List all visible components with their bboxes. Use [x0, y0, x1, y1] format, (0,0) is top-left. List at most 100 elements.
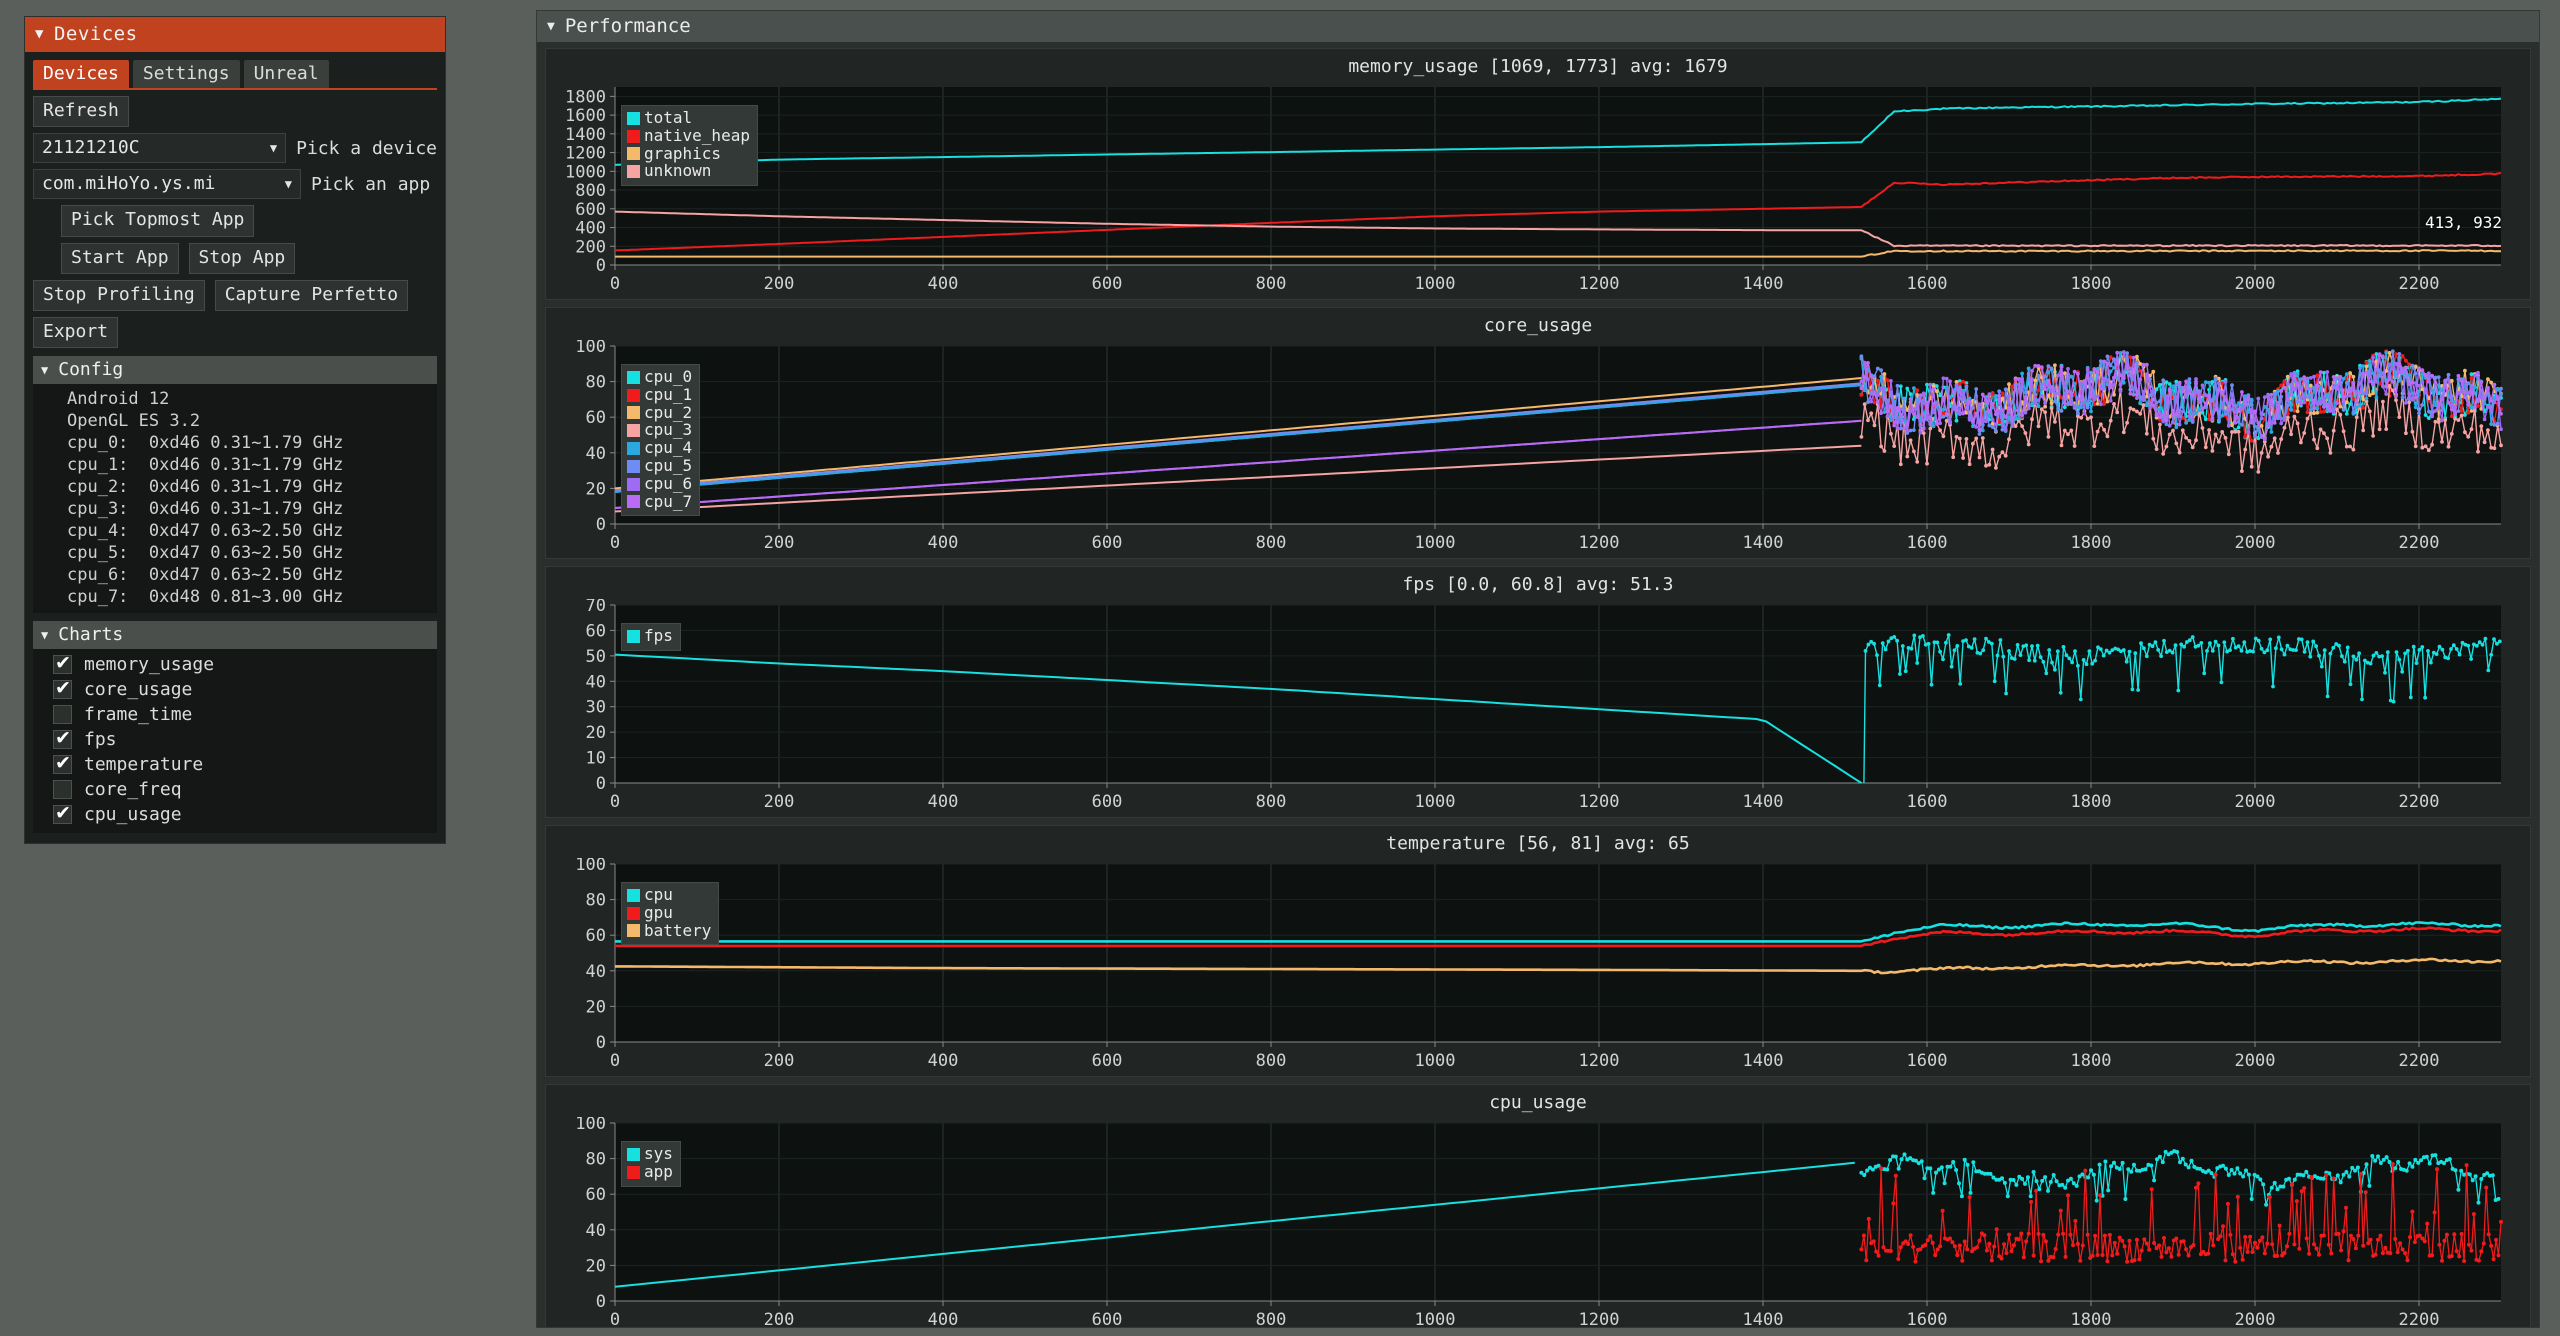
legend-item-sys[interactable]: sys: [627, 1145, 673, 1163]
charts-section-header[interactable]: ▼ Charts: [33, 621, 437, 650]
chart-toggle-core_freq[interactable]: core_freq: [33, 777, 437, 802]
chart-card-cpu_usage[interactable]: cpu_usage 0 20 40 60 80 100 0 200 400 600 800 1000 12…: [545, 1084, 2531, 1328]
svg-text:1600: 1600: [1907, 274, 1948, 294]
chart-toggle-memory_usage[interactable]: memory_usage: [33, 652, 437, 677]
legend-item-unknown[interactable]: unknown: [627, 163, 750, 180]
tab-unreal[interactable]: Unreal: [243, 60, 329, 88]
checkbox-checked-icon[interactable]: [53, 677, 72, 700]
tab-devices[interactable]: Devices: [33, 60, 129, 88]
refresh-button[interactable]: Refresh: [33, 96, 129, 128]
start-app-button[interactable]: Start App: [61, 242, 179, 274]
config-section-header[interactable]: ▼ Config: [33, 356, 437, 385]
svg-text:0: 0: [596, 774, 606, 794]
svg-text:1600: 1600: [1907, 1310, 1948, 1328]
plot-svg-temperature: 0204060801000 200 400 600 800 1000 1200 1400 160…: [575, 858, 2502, 1071]
chart-toggle-frame_time[interactable]: frame_time: [33, 702, 437, 727]
svg-text:800: 800: [1256, 1310, 1287, 1328]
legend-item-cpu_3[interactable]: cpu_3: [627, 422, 692, 439]
checkbox-checked-icon[interactable]: [53, 652, 72, 675]
checkbox-unchecked-icon[interactable]: [53, 780, 72, 800]
plot-area-fps[interactable]: 0 10 20 30 40 50 60 70 0 200 400 600 800 1000 1200 1400…: [546, 599, 2530, 817]
chevron-down-icon[interactable]: ▼: [270, 141, 277, 155]
legend-item-cpu_0[interactable]: cpu_0: [627, 368, 692, 386]
legend-fps[interactable]: fps: [621, 623, 681, 651]
refresh-row: Refresh: [33, 96, 437, 128]
svg-text:100: 100: [575, 1117, 606, 1134]
svg-text:1200: 1200: [1579, 1310, 1620, 1328]
svg-text:1200: 1200: [1579, 533, 1620, 553]
legend-item-cpu_5[interactable]: cpu_5: [627, 457, 692, 475]
svg-text:0: 0: [596, 256, 606, 276]
legend-item-cpu_1[interactable]: cpu_1: [627, 386, 692, 404]
config-line: OpenGL ES 3.2: [67, 411, 201, 432]
svg-text:400: 400: [575, 219, 606, 239]
export-button[interactable]: Export: [33, 317, 119, 349]
plot-area-temperature[interactable]: 0 20 40 60 80 100 0 200 400 600 800 1000 1200 1400 160…: [546, 858, 2530, 1076]
chart-title-core_usage: core_usage: [1483, 315, 1593, 336]
legend-item-cpu[interactable]: cpu: [627, 886, 711, 904]
legend-item-graphics[interactable]: graphics: [627, 143, 750, 163]
legend-core_usage[interactable]: cpu_0 cpu_1 cpu_2 cpu_3 cpu_4 cpu_5 cpu_6 cpu_7: [621, 364, 701, 517]
capture-perfetto-button[interactable]: Capture Perfetto: [214, 279, 409, 312]
performance-panel-header[interactable]: ▼ Performance: [537, 11, 2539, 42]
checkbox-checked-icon[interactable]: [53, 727, 72, 750]
legend-item-native_heap[interactable]: native_heap: [627, 127, 750, 145]
checkbox-checked-icon[interactable]: [53, 802, 72, 825]
checkbox-unchecked-icon[interactable]: [53, 705, 72, 725]
pick-topmost-app-button[interactable]: Pick Topmost App: [61, 205, 255, 237]
config-line: cpu_0: 0xd46 0.31~1.79 GHz: [67, 433, 344, 454]
svg-text:2000: 2000: [2235, 533, 2276, 553]
legend-item-cpu_6[interactable]: cpu_6: [627, 475, 692, 493]
legend-item-app[interactable]: app: [627, 1163, 673, 1181]
triangle-down-icon[interactable]: ▼: [41, 628, 48, 642]
checkbox-checked-icon[interactable]: [53, 752, 72, 775]
chart-toggle-fps[interactable]: fps: [33, 727, 437, 752]
legend-item-cpu_4[interactable]: cpu_4: [627, 439, 692, 457]
triangle-down-icon[interactable]: ▼: [547, 19, 555, 34]
chart-toggle-cpu_usage[interactable]: cpu_usage: [33, 802, 437, 827]
triangle-down-icon[interactable]: ▼: [41, 363, 48, 377]
chart-card-fps[interactable]: fps [0.0, 60.8] avg: 51.3 0 10 20 30 40 50 60 70…: [545, 566, 2531, 818]
plot-area-cpu_usage[interactable]: 0 20 40 60 80 100 0 200 400 600 800 1000 1200 1400 160…: [546, 1117, 2530, 1328]
svg-text:1400: 1400: [1743, 274, 1784, 294]
svg-text:1400: 1400: [1743, 792, 1784, 812]
legend-label: total: [644, 108, 693, 127]
performance-panel: ▼ Performance memory_usage [1069, 1773] …: [536, 10, 2540, 1328]
legend-label: cpu_7: [644, 491, 693, 511]
legend-item-fps[interactable]: fps: [627, 627, 673, 645]
svg-text:0: 0: [610, 792, 620, 812]
app-select-label: Pick an app: [311, 173, 431, 195]
stop-profiling-button[interactable]: Stop Profiling: [33, 279, 205, 312]
tab-settings[interactable]: Settings: [132, 60, 240, 88]
chart-toggle-core_usage[interactable]: core_usage: [33, 677, 437, 702]
legend-label: battery: [644, 920, 712, 940]
svg-text:400: 400: [928, 1310, 959, 1328]
plot-area-core_usage[interactable]: 0 20 40 60 80 100 0 200 400 600 800 1000 1200 1400 160…: [546, 340, 2530, 558]
app-picker-row: com.miHoYo.ys.mi ▼ Pick an app: [33, 169, 437, 200]
legend-swatch-icon: [627, 424, 640, 438]
chart-card-memory_usage[interactable]: memory_usage [1069, 1773] avg: 1679 0 200 4…: [545, 48, 2531, 300]
legend-temperature[interactable]: cpu gpu battery: [621, 882, 720, 946]
chart-card-temperature[interactable]: temperature [56, 81] avg: 65 0 20 40 60 80 100…: [545, 825, 2531, 1077]
legend-item-gpu[interactable]: gpu: [627, 904, 711, 922]
chart-title-temperature: temperature [56, 81] avg: 65: [1386, 833, 1690, 854]
legend-memory_usage[interactable]: total native_heap graphics unknown: [621, 105, 758, 187]
triangle-down-icon[interactable]: ▼: [35, 27, 44, 41]
legend-item-total[interactable]: total: [627, 108, 750, 127]
chart-card-core_usage[interactable]: core_usage 0 20 40 60 80 100 0 200 400 600 800 1000 1…: [545, 307, 2531, 559]
plot-area-memory_usage[interactable]: 0 200 400 600 800 1000 1200 1400 1600 1800 0 200 400…: [546, 81, 2530, 299]
legend-cpu_usage[interactable]: sys app: [621, 1141, 681, 1187]
chevron-down-icon[interactable]: ▼: [285, 177, 292, 191]
legend-item-battery[interactable]: battery: [627, 920, 712, 940]
legend-swatch-icon: [627, 388, 640, 402]
stop-app-button[interactable]: Stop App: [188, 242, 296, 274]
legend-label: graphics: [644, 143, 722, 163]
svg-text:800: 800: [1256, 1051, 1287, 1071]
legend-item-cpu_7[interactable]: cpu_7: [627, 491, 693, 511]
devices-panel-header[interactable]: ▼ Devices: [25, 17, 445, 52]
chart-toggle-temperature[interactable]: temperature: [33, 752, 437, 777]
device-select[interactable]: 21121210C ▼: [33, 133, 287, 164]
app-select[interactable]: com.miHoYo.ys.mi ▼: [33, 169, 301, 200]
legend-item-cpu_2[interactable]: cpu_2: [627, 402, 693, 422]
legend-label: cpu_2: [644, 402, 693, 422]
